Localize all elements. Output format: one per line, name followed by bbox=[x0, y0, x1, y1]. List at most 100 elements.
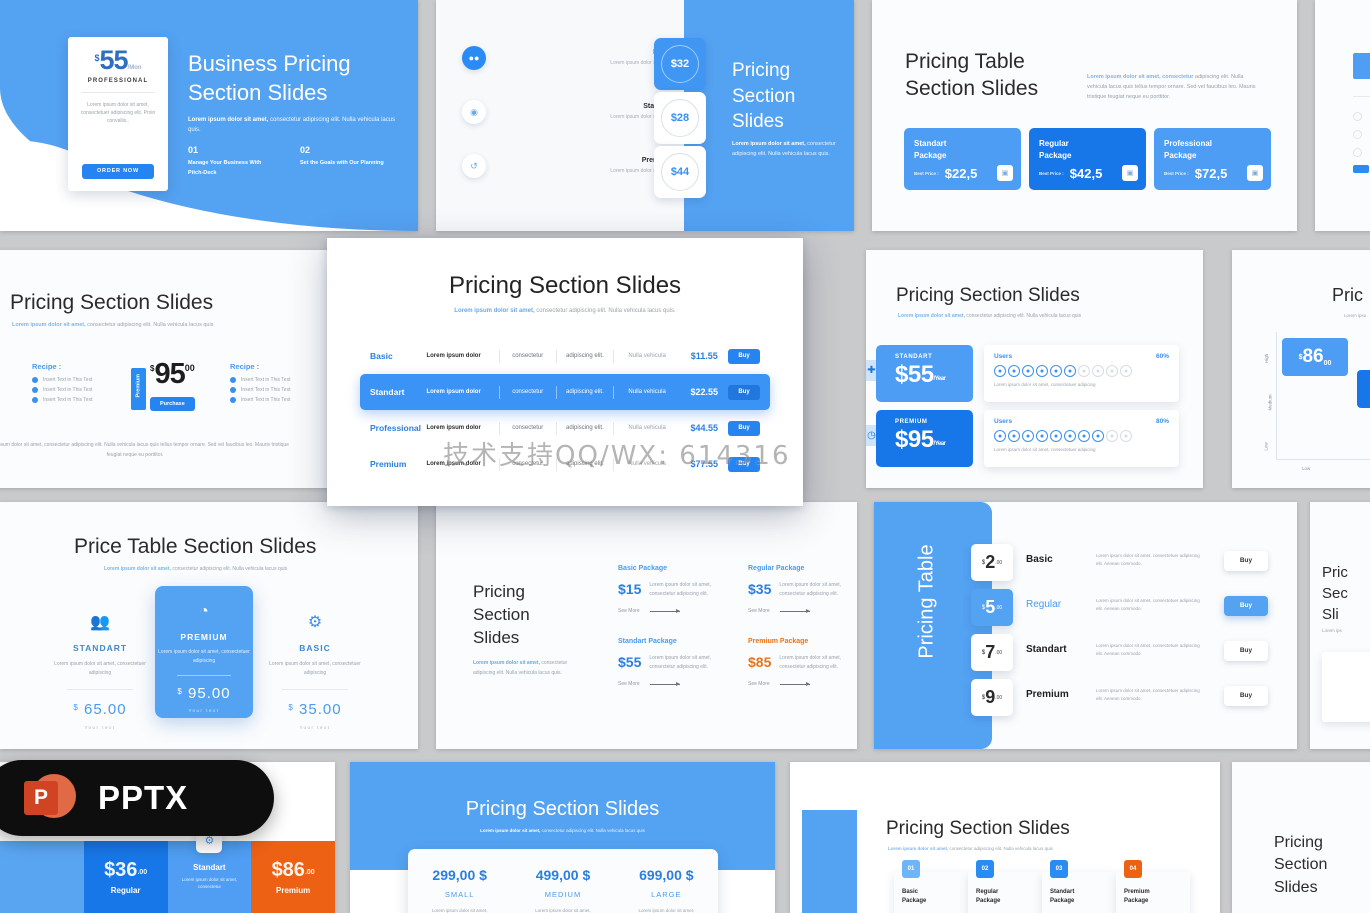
package-item[interactable]: 02 Regular Package bbox=[968, 860, 1042, 913]
price-tile[interactable]: $28 bbox=[654, 92, 706, 144]
package-item[interactable]: 01 Basic Package bbox=[894, 860, 968, 913]
plan-column[interactable]: ⚙ BASIC Lorem ipsum dolor sit amet, cons… bbox=[260, 612, 370, 730]
slide-partial-right-middle[interactable]: Pric Sec Sli Lorem ips bbox=[1310, 502, 1370, 749]
package-block[interactable]: Regular Package $35 Lorem ipsum dolor si… bbox=[748, 565, 857, 614]
headline-block: Pricing Section Slides Lorem ipsum dolor s… bbox=[473, 580, 583, 678]
tier-column[interactable]: 499,00 $ MEDIUM Lorem ipsum dolor sit am… bbox=[511, 849, 614, 913]
table-row[interactable]: Premium Lorem ipsum dolor consectetur ad… bbox=[360, 446, 770, 482]
recipe-item: Insert Text in This Text bbox=[32, 397, 92, 403]
buy-button[interactable]: Buy bbox=[1224, 551, 1268, 571]
price-tag[interactable]: $5.00 bbox=[971, 589, 1013, 626]
slide-matrix-chart[interactable]: Pric Lorem ipsu High Medium Low Low Med … bbox=[1232, 250, 1370, 488]
slide-package-list[interactable]: Pricing Section Slides Lorem ipsum dolor s… bbox=[436, 0, 854, 231]
slide-pricing-table[interactable]: Pricing Table Section Slides Lorem ipsum … bbox=[872, 0, 1297, 231]
buy-button[interactable]: Buy bbox=[728, 456, 760, 472]
package-block[interactable]: Standart Package $55 Lorem ipsum dolor s… bbox=[618, 638, 748, 687]
package-name: Professional Package bbox=[1164, 139, 1213, 160]
price-card[interactable]: $86.00 Premium bbox=[251, 841, 335, 913]
slide-pricing-table-rows[interactable]: Pricing Table $2.00 Basic Lorem ipsum do… bbox=[874, 502, 1297, 749]
matrix-box[interactable]: $5 bbox=[1357, 370, 1370, 408]
table-row[interactable]: Basic Lorem ipsum dolor consectetur adip… bbox=[360, 338, 770, 374]
price-card[interactable]: ⚙ Standart Lorem ipsum dolor sit amet, c… bbox=[167, 827, 252, 913]
see-more-link[interactable]: See More bbox=[748, 681, 857, 687]
card-strip: $36.00 Regular ⚙ Standart Lorem ipsum do… bbox=[0, 827, 335, 913]
professional-price-card[interactable]: $55/Mon PROFESSIONAL Lorem ipsum dolor s… bbox=[68, 37, 168, 191]
price-tile[interactable]: $44 bbox=[654, 146, 706, 198]
buy-button[interactable]: Buy bbox=[1224, 686, 1268, 706]
price-tag[interactable]: $2.00 bbox=[971, 544, 1013, 581]
slide-recipe-pricing[interactable]: Pricing Section Slides Lorem ipsum dolor… bbox=[0, 250, 328, 488]
plan-desc: Lorem ipsum dolor sit amet, consectetuer… bbox=[1096, 688, 1200, 702]
slide-tier-panel[interactable]: Pricing Section Slides Lorem ipsum dolor… bbox=[350, 762, 775, 913]
slide-numbered-packages[interactable]: Pricing Section Slides Lorem ipsum dolor… bbox=[790, 762, 1220, 913]
see-more-link[interactable]: See More bbox=[748, 608, 857, 614]
recipe-label: Recipe : bbox=[32, 362, 62, 371]
small-button[interactable] bbox=[1353, 165, 1369, 173]
plan-name: Premium bbox=[1026, 689, 1069, 700]
see-more-link[interactable]: See More bbox=[618, 608, 748, 614]
tier-column[interactable]: 299,00 $ SMALL Lorem ipsum dolor sit ame… bbox=[408, 849, 511, 913]
package-card[interactable]: Regular Package Best Price : $42,5 ▣ bbox=[1029, 128, 1146, 190]
plan-card[interactable]: PREMIUM $95/Year bbox=[876, 410, 973, 467]
plan-price: $ 35.00 bbox=[288, 701, 342, 718]
slide-price-table-columns[interactable]: Price Table Section Slides Lorem ipsum d… bbox=[0, 502, 418, 749]
buy-button[interactable]: Buy bbox=[728, 348, 760, 364]
package-card[interactable]: Professional Package Best Price : $72,5 ▣ bbox=[1154, 128, 1271, 190]
package-price: $15 bbox=[618, 581, 642, 597]
slide-partial-right-bottom[interactable]: Pricing Section Slides bbox=[1232, 762, 1370, 913]
premium-tab[interactable]: Premium bbox=[131, 368, 146, 410]
buy-button[interactable]: Buy bbox=[1224, 596, 1268, 616]
slide-title: Pricing Section Slides bbox=[886, 818, 1070, 839]
matrix-box[interactable]: $86 00 bbox=[1282, 338, 1348, 376]
feature-col: 01 Manage Your Business With Pitch-Deck bbox=[188, 145, 272, 178]
buy-button[interactable]: Buy bbox=[1224, 641, 1268, 661]
purchase-button[interactable]: Purchase bbox=[150, 397, 195, 411]
package-card[interactable]: Standart Package Best Price : $22,5 ▣ bbox=[904, 128, 1021, 190]
plan-name: STANDART bbox=[72, 643, 128, 653]
order-now-button[interactable]: ORDER NOW bbox=[82, 164, 154, 179]
see-more-link[interactable]: See More bbox=[618, 681, 748, 687]
package-block[interactable]: Basic Package $15 Lorem ipsum dolor sit … bbox=[618, 565, 748, 614]
price-tag[interactable]: $9.00 bbox=[971, 679, 1013, 716]
table-row[interactable]: Standart Lorem ipsum dolor consectetur a… bbox=[360, 374, 770, 410]
package-block[interactable]: Premium Package $85 Lorem ipsum dolor si… bbox=[748, 638, 857, 687]
plan-card[interactable]: STANDART $55/Year bbox=[876, 345, 973, 402]
users-label: Users bbox=[994, 353, 1013, 360]
slide-partial-right-top[interactable] bbox=[1315, 0, 1370, 231]
buy-button[interactable]: Buy bbox=[728, 384, 760, 400]
slide-business-pricing[interactable]: $55/Mon PROFESSIONAL Lorem ipsum dolor s… bbox=[0, 0, 418, 231]
plan-column-featured[interactable]: ◔ PREMIUM Lorem ipsum dolor sit amet, co… bbox=[155, 586, 253, 718]
price-tile[interactable]: $32 bbox=[654, 38, 706, 90]
bullet-dot bbox=[1353, 112, 1362, 121]
featured-slide-pricing-list[interactable]: Pricing Section Slides Lorem ipsum dolor… bbox=[327, 238, 803, 506]
tier-desc: Lorem ipsum dolor sit amet, bbox=[535, 908, 591, 913]
plan-note: Your text bbox=[188, 708, 220, 713]
person-icon: ● bbox=[1008, 365, 1020, 377]
plan-column[interactable]: 👥 STANDART Lorem ipsum dolor sit amet, c… bbox=[45, 612, 155, 730]
slide-users-pricing[interactable]: Pricing Section Slides Lorem ipsum dolor… bbox=[866, 250, 1203, 488]
row-col-1: Lorem ipsum dolor bbox=[426, 353, 481, 359]
package-item[interactable]: 03 Standart Package bbox=[1042, 860, 1116, 913]
row-col-4: Nulla vehicula bbox=[628, 425, 666, 431]
plan-label: PREMIUM bbox=[895, 419, 928, 425]
plan-label: PROFESSIONAL bbox=[87, 78, 149, 84]
arrow-right-icon bbox=[779, 608, 810, 613]
price-tag[interactable]: $7.00 bbox=[971, 634, 1013, 671]
y-tick-label: High bbox=[1264, 353, 1270, 364]
feature-caption: Set the Goals with Our Planning bbox=[300, 160, 384, 167]
table-row[interactable]: Professional Lorem ipsum dolor consectet… bbox=[360, 410, 770, 446]
price-card[interactable]: $36.00 Regular bbox=[83, 841, 168, 913]
y-tick-label: Low bbox=[1263, 442, 1269, 451]
package-name: Regular Package bbox=[748, 565, 805, 572]
buy-button[interactable]: Buy bbox=[728, 420, 760, 436]
price-value: $86.00 bbox=[271, 859, 315, 881]
price-card[interactable] bbox=[0, 841, 84, 913]
tier-column[interactable]: 699,00 $ LARGE Lorem ipsum dolor sit ame… bbox=[615, 849, 718, 913]
item-name: Standart Package bbox=[1050, 889, 1075, 904]
featured-title: Pricing Section Slides bbox=[448, 272, 682, 299]
package-item[interactable]: 04 Premium Package bbox=[1116, 860, 1190, 913]
row-price: $11.55 bbox=[690, 351, 718, 361]
slide-footer-text: Lorem ipsum dolor sit amet, consectetur … bbox=[0, 442, 289, 458]
slide-package-grid[interactable]: Pricing Section Slides Lorem ipsum dolor s… bbox=[436, 502, 857, 749]
person-icon: ● bbox=[1078, 430, 1090, 442]
